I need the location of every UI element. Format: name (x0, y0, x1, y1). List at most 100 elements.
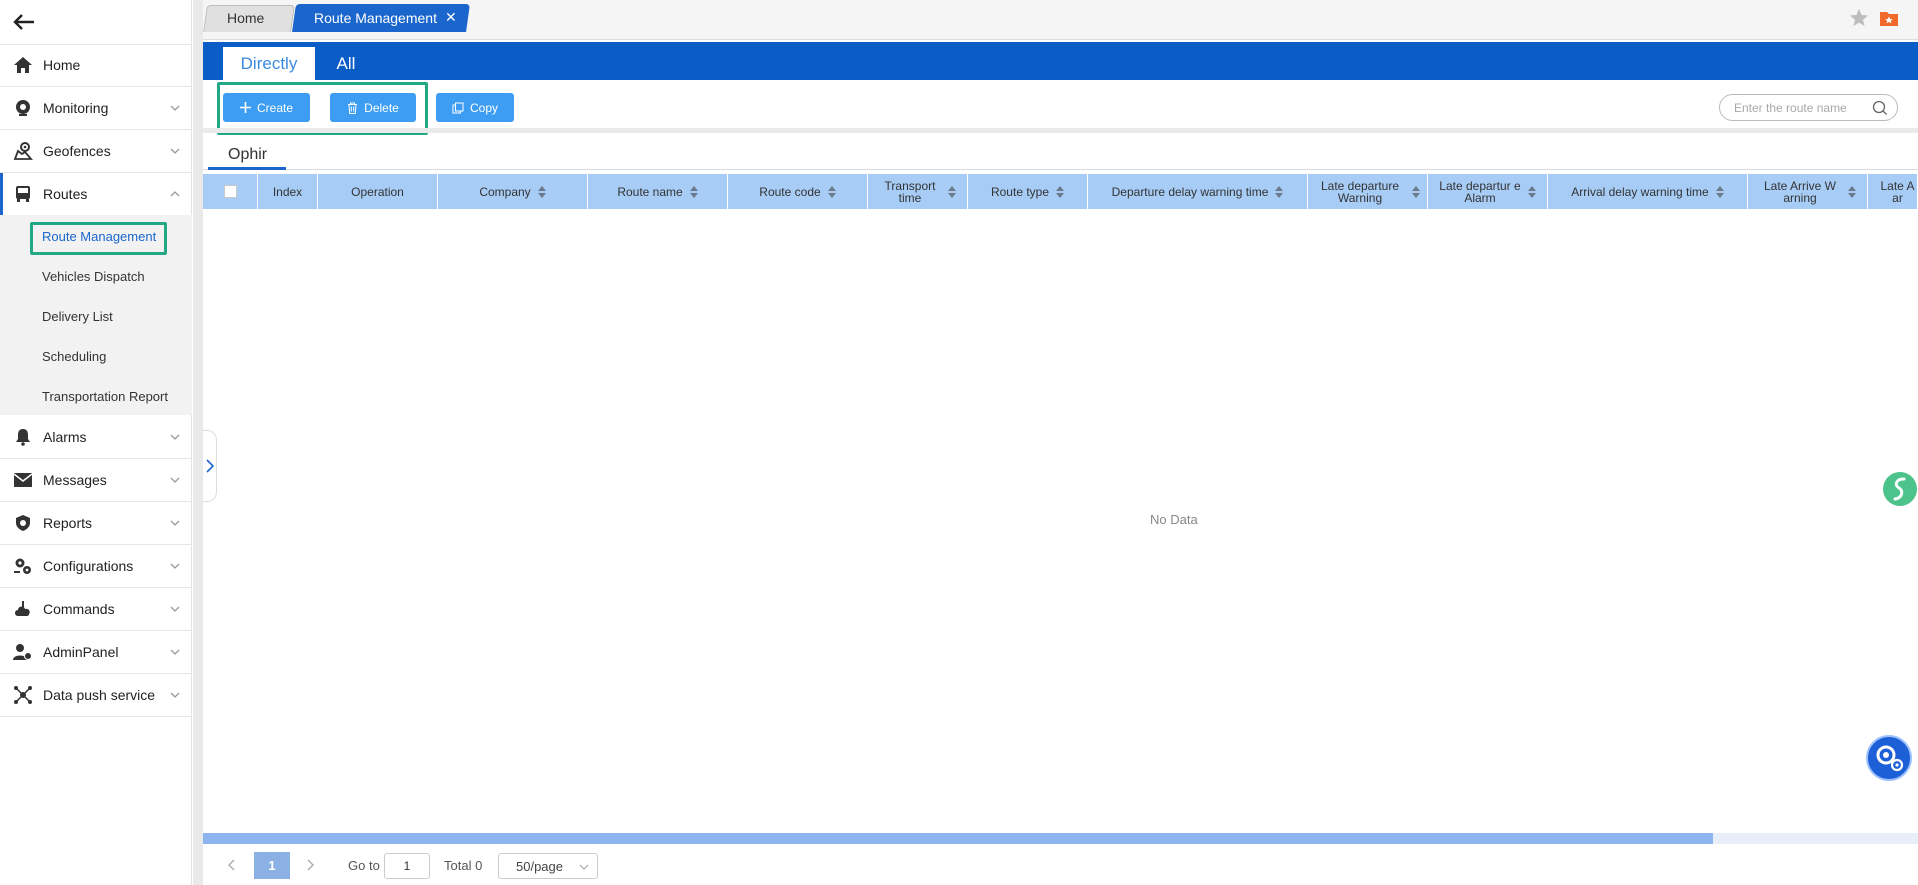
sidebar-item-label: Routes (43, 186, 88, 202)
chevron-down-icon (170, 649, 180, 655)
trash-icon (348, 102, 358, 114)
admin-icon (12, 641, 34, 663)
sort-icon[interactable] (1715, 185, 1724, 198)
copy-icon (452, 102, 464, 113)
tab-directly[interactable]: Directly (223, 47, 315, 80)
network-icon (12, 684, 34, 706)
sidebar-item-configurations[interactable]: Configurations (0, 545, 192, 588)
column-route-code[interactable]: Route code (728, 174, 868, 209)
submenu-delivery-list[interactable]: Delivery List (42, 309, 113, 324)
submenu-vehicles-dispatch[interactable]: Vehicles Dispatch (42, 269, 145, 284)
create-button[interactable]: Create (223, 93, 310, 122)
sort-icon[interactable] (689, 185, 698, 198)
sidebar-item-monitoring[interactable]: Monitoring (0, 87, 192, 130)
sidebar-item-data-push-service[interactable]: Data push service (0, 674, 192, 717)
sidebar-item-reports[interactable]: Reports (0, 502, 192, 545)
sidebar-item-commands[interactable]: Commands (0, 588, 192, 631)
table-header: Index Operation Company Route name Route… (203, 174, 1918, 209)
delete-button-label: Delete (364, 100, 399, 115)
chevron-down-icon (170, 105, 180, 111)
tab-home-label[interactable]: Home (227, 10, 264, 26)
sidebar-item-alarms[interactable]: Alarms (0, 416, 192, 459)
sidebar-item-geofences[interactable]: Geofences (0, 130, 192, 173)
horizontal-scrollbar-thumb[interactable] (203, 833, 1713, 844)
sidebar-collapse-handle[interactable] (203, 430, 217, 502)
chevron-up-icon (170, 191, 180, 197)
column-late-departure-alarm[interactable]: Late departur e Alarm (1428, 174, 1548, 209)
submenu-transportation-report[interactable]: Transportation Report (42, 389, 168, 404)
sidebar-item-label: Configurations (43, 558, 134, 574)
plus-icon (239, 102, 251, 113)
select-all-checkbox[interactable] (223, 185, 237, 198)
sidebar-item-messages[interactable]: Messages (0, 459, 192, 502)
bus-icon (12, 183, 34, 205)
sort-icon[interactable] (1056, 185, 1065, 198)
sidebar-item-label: Commands (43, 601, 115, 617)
submenu-route-management[interactable]: Route Management (42, 229, 156, 244)
goto-page-input[interactable] (384, 853, 430, 879)
search-input[interactable] (1734, 100, 1874, 115)
sidebar-item-home[interactable]: Home (0, 44, 192, 87)
column-late-arrive-alarm[interactable]: Late A ar (1868, 174, 1918, 209)
sidebar-item-label: Geofences (43, 143, 111, 159)
sidebar-item-label: Reports (43, 515, 93, 531)
subtab-bar (203, 42, 1918, 80)
column-arrival-delay-warning-time[interactable]: Arrival delay warning time (1548, 174, 1748, 209)
empty-state-text: No Data (1150, 512, 1198, 527)
chevron-down-icon (170, 692, 180, 698)
company-tab-underline (208, 167, 286, 170)
column-route-name[interactable]: Route name (588, 174, 728, 209)
page-button-current[interactable]: 1 (254, 852, 290, 879)
delete-button[interactable]: Delete (330, 93, 416, 122)
sort-icon[interactable] (827, 185, 836, 198)
column-departure-delay-warning-time[interactable]: Departure delay warning time (1088, 174, 1308, 209)
geofence-icon (12, 140, 34, 162)
routes-submenu: Route Management Vehicles Dispatch Deliv… (0, 215, 192, 415)
tab-company[interactable]: Ophir (228, 146, 267, 164)
select-all-cell (203, 174, 258, 209)
sidebar-item-adminpanel[interactable]: AdminPanel (0, 631, 192, 674)
copy-button[interactable]: Copy (436, 93, 514, 122)
column-late-arrive-warning[interactable]: Late Arrive W arning (1748, 174, 1868, 209)
company-tab-border (203, 169, 1918, 170)
sort-icon[interactable] (1412, 185, 1420, 198)
submenu-scheduling[interactable]: Scheduling (42, 349, 106, 364)
page-size-select[interactable]: 50/page (498, 853, 598, 879)
search-icon[interactable] (1872, 100, 1888, 116)
column-late-departure-warning[interactable]: Late departure Warning (1308, 174, 1428, 209)
sort-icon[interactable] (1528, 185, 1536, 198)
sort-icon[interactable] (1848, 185, 1856, 198)
chevron-down-icon (579, 864, 589, 870)
close-icon[interactable]: ✕ (445, 9, 457, 26)
gears-icon (12, 555, 34, 577)
goto-label: Go to (348, 858, 380, 873)
column-transport-time[interactable]: Transport time (868, 174, 968, 209)
sidebar-item-label: Alarms (43, 429, 87, 445)
favorites-folder-icon[interactable] (1879, 8, 1899, 28)
create-button-label: Create (256, 100, 294, 115)
sidebar-gutter (193, 0, 203, 885)
back-arrow-icon[interactable] (12, 12, 36, 32)
sort-icon[interactable] (1275, 185, 1284, 198)
sort-icon[interactable] (537, 185, 546, 198)
star-icon[interactable] (1849, 8, 1869, 28)
chevron-down-icon (170, 434, 180, 440)
search-box[interactable] (1719, 94, 1898, 121)
tab-route-management-label[interactable]: Route Management (314, 10, 437, 26)
camera-icon (12, 97, 34, 119)
chevron-down-icon (170, 148, 180, 154)
prev-page-icon[interactable] (224, 857, 240, 873)
sidebar-item-routes[interactable]: Routes (0, 173, 192, 216)
next-page-icon[interactable] (302, 857, 318, 873)
sidebar: Home Monitoring Geofences Routes Route M… (0, 0, 192, 885)
assistant-logo-icon[interactable] (1882, 471, 1918, 507)
sidebar-item-label: Monitoring (43, 100, 109, 116)
chevron-down-icon (170, 606, 180, 612)
envelope-icon (12, 469, 34, 491)
column-route-type[interactable]: Route type (968, 174, 1088, 209)
sort-icon[interactable] (948, 185, 956, 198)
column-company[interactable]: Company (438, 174, 588, 209)
sidebar-item-label: AdminPanel (43, 644, 119, 660)
tab-all[interactable]: All (324, 47, 368, 80)
settings-gear-icon[interactable] (1866, 735, 1912, 781)
